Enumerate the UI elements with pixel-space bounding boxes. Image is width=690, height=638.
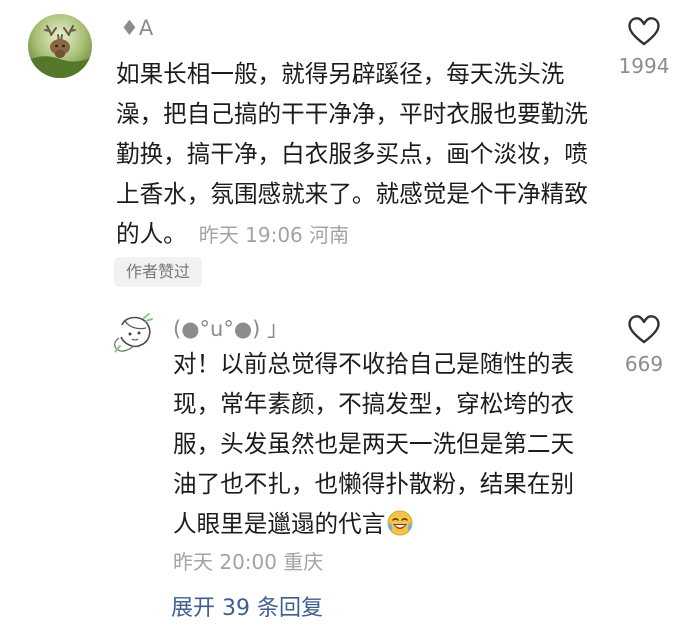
commenter-avatar[interactable] — [28, 14, 92, 78]
heart-outline-icon[interactable] — [626, 14, 662, 48]
laughing-crying-emoji-icon — [387, 510, 413, 536]
reply-text: 对！以前总觉得不收拾自己是随性的表现，常年素颜，不搞发型，穿松垮的衣服，头发虽然… — [173, 350, 575, 538]
expand-replies-link[interactable]: 展开 39 条回复 — [171, 590, 323, 622]
commenter-username[interactable]: ♦A — [120, 16, 153, 40]
comment-time: 昨天 19:06 — [198, 223, 303, 247]
comment-like-button[interactable]: 1994 — [609, 14, 679, 78]
comment-body: 如果长相一般，就得另辟蹊径，每天洗头洗澡，把自己搞的干干净净，平时衣服也要勤洗勤… — [116, 54, 606, 255]
comment-location: 河南 — [303, 223, 349, 247]
comment-like-count: 1994 — [618, 54, 670, 78]
heart-outline-icon[interactable] — [626, 312, 662, 346]
reply-meta: 昨天 20:00 重庆 — [173, 546, 323, 575]
author-liked-badge: 作者赞过 — [114, 257, 203, 287]
comment-location-text: 河南 — [309, 223, 350, 247]
reply-username[interactable]: (●°u°●) 」 — [173, 313, 288, 343]
reply-body: 对！以前总觉得不收拾自己是随性的表现，常年素颜，不搞发型，穿松垮的衣服，头发虽然… — [173, 344, 593, 544]
comment-text: 如果长相一般，就得另辟蹊径，每天洗头洗澡，把自己搞的干干净净，平时衣服也要勤洗勤… — [116, 60, 588, 248]
reply-like-count: 669 — [624, 352, 664, 376]
reply-time: 昨天 20:00 — [173, 550, 277, 574]
deer-antler-avatar-icon — [28, 14, 92, 78]
reply-like-button[interactable]: 669 — [609, 312, 679, 376]
reply-avatar[interactable] — [108, 307, 162, 361]
sketch-avatar-icon — [108, 307, 162, 361]
reply-location: 重庆 — [283, 550, 324, 574]
